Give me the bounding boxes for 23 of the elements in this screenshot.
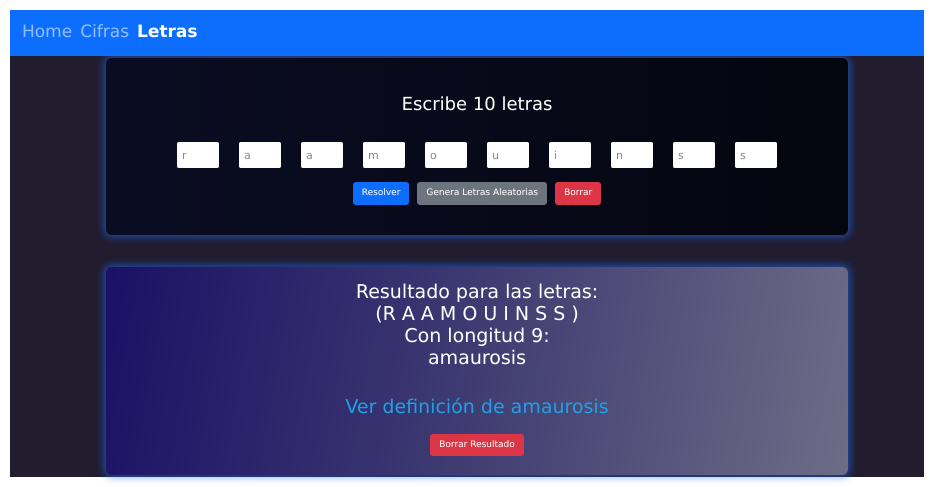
definition-link[interactable]: Ver definición de amaurosis bbox=[345, 393, 609, 422]
letter-field[interactable]: s bbox=[673, 142, 715, 168]
action-button[interactable]: Borrar bbox=[555, 182, 602, 205]
result-text: Con longitud 9: bbox=[404, 325, 550, 347]
letter-field[interactable]: m bbox=[363, 142, 405, 168]
letter-field[interactable]: s bbox=[735, 142, 777, 168]
action-button[interactable]: Resolver bbox=[352, 182, 410, 205]
letter-field[interactable]: n bbox=[611, 142, 653, 168]
card-title: Escribe 10 letras bbox=[402, 93, 552, 117]
result-text: amaurosis bbox=[428, 347, 526, 369]
nav-link[interactable]: Cifras bbox=[80, 20, 130, 46]
result-text: (R A A M O U I N S S ) bbox=[375, 303, 579, 325]
result-text: Resultado para las letras: bbox=[356, 281, 598, 303]
nav-link[interactable]: Home bbox=[22, 20, 72, 46]
letter-field[interactable]: r bbox=[177, 142, 219, 168]
letter-field[interactable]: a bbox=[301, 142, 343, 168]
letter-field[interactable]: a bbox=[239, 142, 281, 168]
action-button[interactable]: Genera Letras Aleatorias bbox=[417, 182, 548, 205]
letter-field[interactable]: o bbox=[425, 142, 467, 168]
letter-field[interactable]: i bbox=[549, 142, 591, 168]
nav-link[interactable]: Letras bbox=[137, 20, 198, 46]
clear-result-button[interactable]: Borrar Resultado bbox=[430, 434, 524, 456]
letter-field[interactable]: u bbox=[487, 142, 529, 168]
